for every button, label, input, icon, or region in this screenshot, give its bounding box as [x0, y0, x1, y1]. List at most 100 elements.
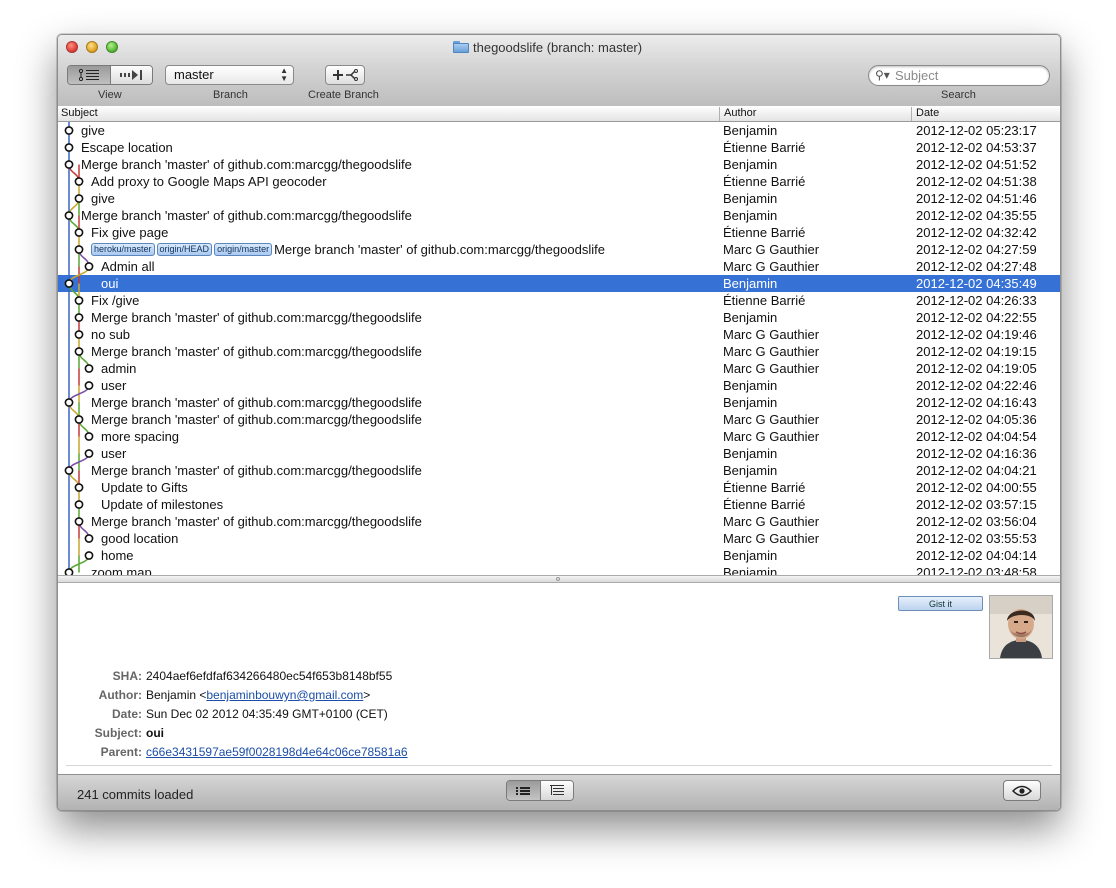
- column-header-subject[interactable]: Subject: [61, 107, 98, 121]
- column-header-date[interactable]: Date: [911, 107, 939, 121]
- search-input[interactable]: [895, 67, 1043, 84]
- sha-label: SHA:: [112, 669, 142, 683]
- commit-row[interactable]: good location Marc G Gauthier 2012-12-02 0…: [58, 530, 1060, 547]
- commit-row[interactable]: Merge branch 'master' of github.com:marc…: [58, 513, 1060, 530]
- history-view-button[interactable]: [68, 66, 111, 84]
- window-title: thegoodslife (branch: master): [453, 39, 642, 55]
- tree-list-icon: [549, 784, 564, 795]
- commit-row[interactable]: Admin all Marc G Gauthier 2012-12-02 04:27…: [58, 258, 1060, 275]
- commit-author-cell: Marc G Gauthier: [723, 259, 820, 274]
- detail-sha-row: SHA: 2404aef6efdfaf634266480ec54f653b814…: [58, 669, 1060, 685]
- commit-subject-text: Fix /give: [91, 293, 140, 308]
- commit-view-button[interactable]: [110, 66, 152, 84]
- parent-label: Parent:: [100, 745, 142, 759]
- commit-subject-cell: Escape location: [81, 140, 173, 155]
- close-window-button[interactable]: [66, 41, 78, 53]
- zoom-window-button[interactable]: [106, 41, 118, 53]
- commit-author-cell: Marc G Gauthier: [723, 531, 820, 546]
- commit-row[interactable]: zoom map Benjamin 2012-12-02 03:48:58: [58, 564, 1060, 575]
- commit-table-header: Subject Author Date: [58, 106, 1060, 122]
- commit-author-cell: Étienne Barrié: [723, 497, 806, 512]
- commit-details-pane: Gist it SHA: 2404aef6efdfaf634266480ec54…: [58, 583, 1060, 774]
- commit-row[interactable]: no sub Marc G Gauthier 2012-12-02 04:19:46: [58, 326, 1060, 343]
- commit-subject-text: Merge branch 'master' of github.com:marc…: [91, 344, 422, 359]
- author-label: Author:: [98, 688, 142, 702]
- commit-row[interactable]: Merge branch 'master' of github.com:marc…: [58, 394, 1060, 411]
- ref-badge: heroku/master: [91, 243, 155, 256]
- commit-row[interactable]: Merge branch 'master' of github.com:marc…: [58, 462, 1060, 479]
- commit-author-cell: Marc G Gauthier: [723, 361, 820, 376]
- detail-date-row: Date: Sun Dec 02 2012 04:35:49 GMT+0100 …: [58, 707, 1060, 723]
- commit-row[interactable]: Escape location Étienne Barrié 2012-12-02 …: [58, 139, 1060, 156]
- commit-row[interactable]: Merge branch 'master' of github.com:marc…: [58, 309, 1060, 326]
- commit-row[interactable]: home Benjamin 2012-12-02 04:04:14: [58, 547, 1060, 564]
- commit-subject-text: Merge branch 'master' of github.com:marc…: [91, 310, 422, 325]
- commit-author-cell: Marc G Gauthier: [723, 327, 820, 342]
- commit-subject-text: Merge branch 'master' of github.com:marc…: [91, 395, 422, 410]
- select-arrows-icon: ▲ ▼: [280, 66, 288, 83]
- commit-subject-text: oui: [101, 276, 119, 291]
- detail-mode-tree-button[interactable]: [540, 781, 573, 800]
- sha-value: 2404aef6efdfaf634266480ec54f653b8148bf55: [146, 669, 393, 683]
- commit-subject-cell: zoom map: [91, 565, 152, 575]
- author-email-link[interactable]: benjaminbouwyn@gmail.com: [206, 688, 363, 702]
- quick-look-button[interactable]: [1003, 780, 1041, 801]
- commit-row[interactable]: heroku/master origin/HEAD origin/master Mer…: [58, 241, 1060, 258]
- branch-select-value: master: [174, 67, 214, 82]
- pane-splitter[interactable]: [58, 575, 1060, 583]
- commit-row[interactable]: Update of milestones Étienne Barrié 2012-1…: [58, 496, 1060, 513]
- commit-author-cell: Benjamin: [723, 276, 778, 291]
- parent-commit-link[interactable]: c66e3431597ae59f0028198d4e64c06ce78581a6: [146, 745, 408, 759]
- commit-date-cell: 2012-12-02 04:19:05: [916, 361, 1037, 376]
- commit-row[interactable]: Fix /give Étienne Barrié 2012-12-02 04:26:…: [58, 292, 1060, 309]
- commit-row[interactable]: user Benjamin 2012-12-02 04:22:46: [58, 377, 1060, 394]
- gist-it-button[interactable]: Gist it: [898, 596, 983, 611]
- column-header-author[interactable]: Author: [719, 107, 756, 121]
- commit-author-cell: Étienne Barrié: [723, 140, 806, 155]
- commit-row[interactable]: admin Marc G Gauthier 2012-12-02 04:19:05: [58, 360, 1060, 377]
- commit-subject-cell: Add proxy to Google Maps API geocoder: [91, 174, 327, 189]
- commit-row[interactable]: more spacing Marc G Gauthier 2012-12-02 04…: [58, 428, 1060, 445]
- commit-row[interactable]: oui Benjamin 2012-12-02 04:35:49: [58, 275, 1060, 292]
- commit-subject-cell: Merge branch 'master' of github.com:marc…: [91, 344, 422, 359]
- commit-subject-cell: Merge branch 'master' of github.com:marc…: [91, 514, 422, 529]
- commit-row[interactable]: Merge branch 'master' of github.com:marc…: [58, 343, 1060, 360]
- commit-row[interactable]: Add proxy to Google Maps API geocoder Éti…: [58, 173, 1060, 190]
- commit-subject-cell: admin: [101, 361, 136, 376]
- commit-row[interactable]: Merge branch 'master' of github.com:marc…: [58, 156, 1060, 173]
- commit-date-cell: 2012-12-02 04:51:46: [916, 191, 1037, 206]
- commit-row[interactable]: user Benjamin 2012-12-02 04:16:36: [58, 445, 1060, 462]
- commit-row[interactable]: give Benjamin 2012-12-02 05:23:17: [58, 122, 1060, 139]
- commit-author-cell: Benjamin: [723, 395, 778, 410]
- view-segmented-control: [67, 65, 153, 85]
- commit-row[interactable]: Merge branch 'master' of github.com:marc…: [58, 411, 1060, 428]
- commit-history-list[interactable]: give Benjamin 2012-12-02 05:23:17 Escape lo…: [58, 122, 1060, 575]
- commit-subject-text: Add proxy to Google Maps API geocoder: [91, 174, 327, 189]
- commit-row[interactable]: Merge branch 'master' of github.com:marc…: [58, 207, 1060, 224]
- detail-subject-row: Subject: oui: [58, 726, 1060, 742]
- date-label: Date:: [111, 707, 142, 721]
- commit-author-cell: Étienne Barrié: [723, 225, 806, 240]
- commit-author-cell: Benjamin: [723, 548, 778, 563]
- folder-icon: [453, 41, 469, 53]
- detail-author-row: Author: Benjamin <benjaminbouwyn@gmail.c…: [58, 688, 1060, 704]
- commit-author-cell: Benjamin: [723, 446, 778, 461]
- commit-author-cell: Benjamin: [723, 378, 778, 393]
- commit-author-cell: Benjamin: [723, 157, 778, 172]
- detail-mode-list-button[interactable]: [507, 781, 541, 800]
- create-branch-button[interactable]: [325, 65, 365, 85]
- commit-row[interactable]: Update to Gifts Étienne Barrié 2012-12-02 …: [58, 479, 1060, 496]
- branch-select[interactable]: master ▲ ▼: [165, 65, 294, 85]
- commit-subject-text: zoom map: [91, 565, 152, 575]
- subject-label: Subject:: [94, 726, 142, 740]
- commit-row[interactable]: give Benjamin 2012-12-02 04:51:46: [58, 190, 1060, 207]
- commit-date-cell: 2012-12-02 05:23:17: [916, 123, 1037, 138]
- commit-subject-text: more spacing: [101, 429, 180, 444]
- minimize-window-button[interactable]: [86, 41, 98, 53]
- commit-subject-cell: Merge branch 'master' of github.com:marc…: [91, 412, 422, 427]
- commit-subject-text: user: [101, 378, 127, 393]
- commit-row[interactable]: Fix give page Étienne Barrié 2012-12-02 04…: [58, 224, 1060, 241]
- commit-date-cell: 2012-12-02 04:51:52: [916, 157, 1037, 172]
- status-bar: 241 commits loaded: [58, 774, 1060, 810]
- commit-subject-cell: give: [91, 191, 115, 206]
